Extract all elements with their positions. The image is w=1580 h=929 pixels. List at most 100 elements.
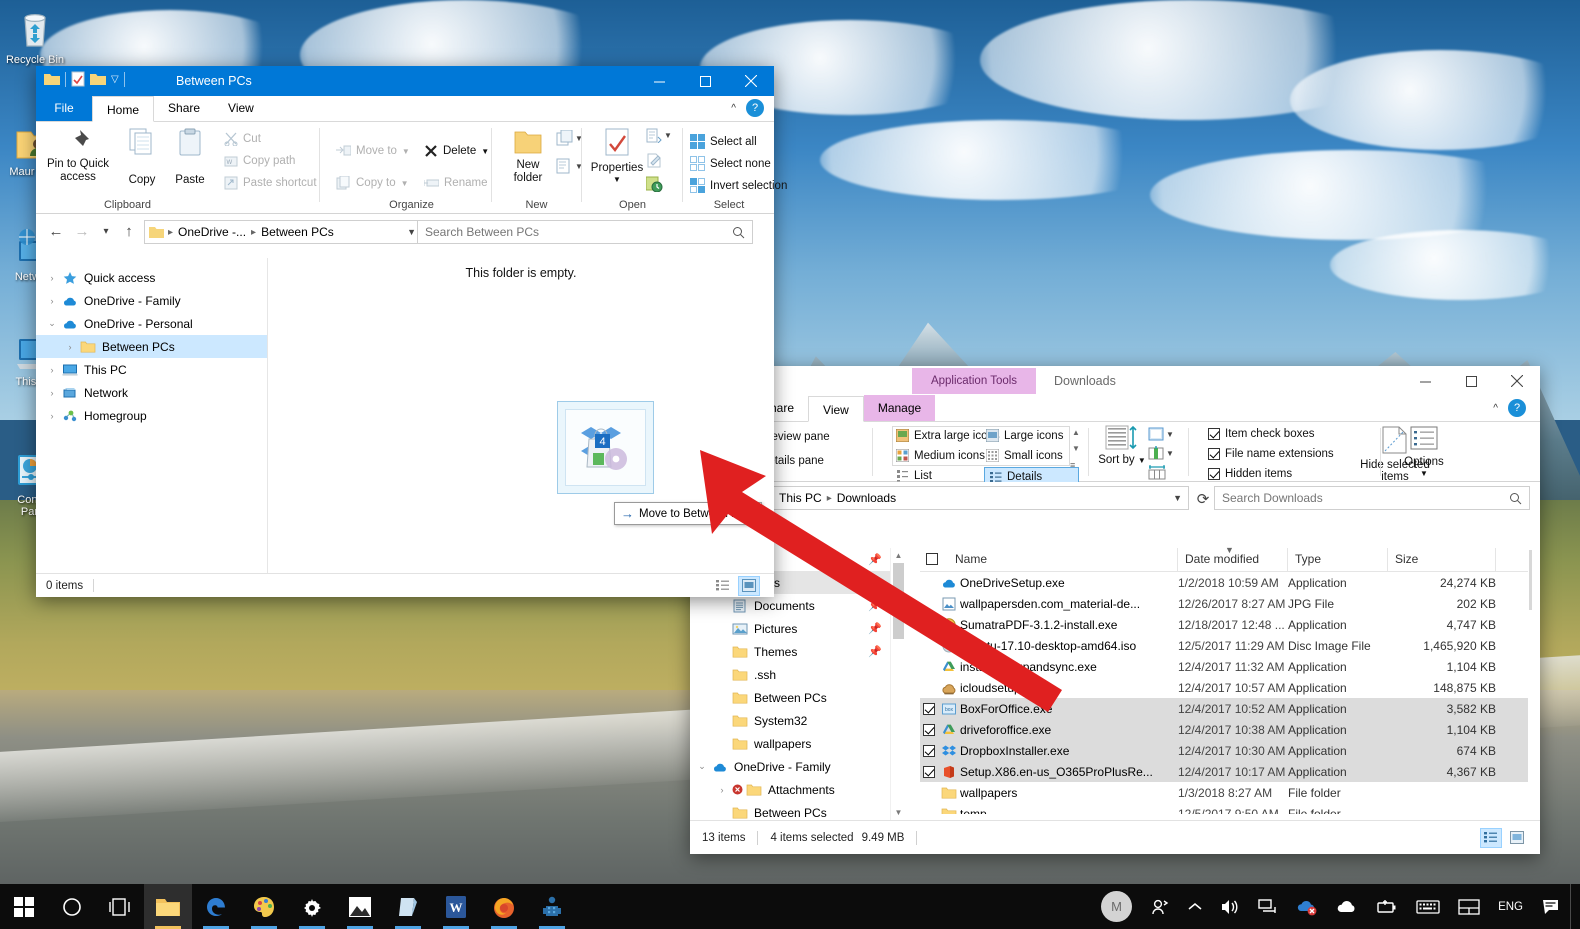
delete-button[interactable]: Delete ▼ xyxy=(424,144,489,158)
checkbox[interactable] xyxy=(1208,448,1220,460)
nav-item-between-pcs[interactable]: Between PCs xyxy=(690,801,890,820)
maximize-button[interactable] xyxy=(682,66,728,96)
people-icon[interactable] xyxy=(1141,884,1179,929)
column-header-name[interactable]: Name xyxy=(948,548,1178,571)
table-row[interactable]: ubuntu-17.10-desktop-amd64.iso 12/5/2017 … xyxy=(920,635,1528,656)
add-columns-button[interactable]: ▼ xyxy=(1148,427,1174,441)
invert-selection-button[interactable]: Invert selection xyxy=(690,178,787,193)
search-cortana-button[interactable] xyxy=(48,884,96,929)
column-header-size[interactable]: Size xyxy=(1388,548,1496,571)
table-row[interactable]: wallpapers 1/3/2018 8:27 AM File folder xyxy=(920,782,1528,803)
ribbon-group-select[interactable]: Select all Select none Invert selection … xyxy=(684,122,787,213)
taskbar-app-sticky-notes[interactable] xyxy=(384,884,432,929)
nav-item-wallpapers[interactable]: wallpapers xyxy=(690,732,890,755)
navigation-pane[interactable]: › Quick access › OneDrive - Family ⌄ OneDrive… xyxy=(36,258,267,573)
nav-item-between-pcs[interactable]: Between PCs xyxy=(690,686,890,709)
nav-item-between-pcs[interactable]: › Between PCs xyxy=(36,335,267,358)
show-desktop-button[interactable] xyxy=(1570,884,1578,929)
touchpad-icon[interactable] xyxy=(1449,884,1489,929)
tab-view[interactable]: View xyxy=(808,396,864,422)
layout-medium-icons[interactable]: Medium icons xyxy=(896,449,985,462)
ribbon-tabs[interactable]: me Share View Manage ^ ? xyxy=(690,395,1540,422)
expander-chevron-icon[interactable]: › xyxy=(44,273,60,283)
layout-list[interactable]: List xyxy=(896,469,932,482)
ribbon[interactable]: Preview pane Details pane Extra large ic… xyxy=(690,422,1540,495)
nav-item-onedrive-personal[interactable]: ⌄ OneDrive - Personal xyxy=(36,312,267,335)
large-icons-view-button[interactable] xyxy=(738,575,760,596)
pin-icon[interactable]: 📌 xyxy=(868,576,890,589)
new-folder-icon[interactable] xyxy=(90,72,106,86)
details-view-button[interactable] xyxy=(712,576,734,596)
ribbon-group-layout[interactable]: Extra large icons Large icons Medium ico… xyxy=(876,422,1086,495)
task-view-button[interactable] xyxy=(96,884,144,929)
layout-scroll-down-icon[interactable]: ▼ xyxy=(1072,444,1080,453)
ribbon-tabs[interactable]: File Home Share View ^ ? xyxy=(36,95,774,122)
maximize-button[interactable] xyxy=(1448,366,1494,396)
layout-extra-large-icons[interactable]: Extra large icons xyxy=(896,429,1000,442)
table-row[interactable]: wallpapersden.com_material-de... 12/26/20… xyxy=(920,593,1528,614)
size-all-columns-button[interactable]: ▼ xyxy=(1148,446,1174,460)
table-row[interactable]: box BoxForOffice.exe 12/4/2017 10:52 AM App… xyxy=(920,698,1528,719)
onedrive-icon[interactable] xyxy=(1327,884,1367,929)
show-hidden-icons-chevron[interactable] xyxy=(1179,884,1211,929)
expander-chevron-icon[interactable]: › xyxy=(44,411,60,421)
expander-chevron-icon[interactable]: › xyxy=(714,785,730,795)
scroll-down-arrow-icon[interactable]: ▼ xyxy=(891,805,906,820)
taskbar-app-settings[interactable] xyxy=(288,884,336,929)
sort-by-button[interactable]: Sort by ▼ xyxy=(1098,425,1146,467)
taskbar-app-word[interactable]: W xyxy=(432,884,480,929)
row-checkbox[interactable] xyxy=(920,723,938,736)
up-arrow-icon[interactable]: ↑ xyxy=(116,218,142,244)
column-width-button[interactable] xyxy=(1148,463,1166,483)
taskbar-app-photos[interactable] xyxy=(336,884,384,929)
nav-item-this-pc[interactable]: › This PC xyxy=(36,358,267,381)
layout-small-icons[interactable]: Small icons xyxy=(986,449,1063,462)
tab-home[interactable]: Home xyxy=(92,96,155,122)
expander-chevron-icon[interactable]: ⌄ xyxy=(694,761,710,772)
expander-chevron-icon[interactable]: › xyxy=(44,388,60,398)
pin-icon[interactable]: 📌 xyxy=(868,599,890,612)
address-bar[interactable]: ↑ This PC ▸ Downloads ▼ ⟳ Search Downloa… xyxy=(690,482,1540,514)
language-indicator[interactable]: ENG xyxy=(1489,884,1532,929)
layout-more-icon[interactable]: ≡ xyxy=(1070,460,1075,470)
tab-view[interactable]: View xyxy=(214,95,268,121)
column-headers[interactable]: Name Date modified ▼ Type Size xyxy=(920,545,1528,572)
nav-item-pictures[interactable]: Pictures 📌 xyxy=(690,617,890,640)
address-bar[interactable]: ← → ▾ ↑ ▸ OneDrive -... ▸ Between PCs ▼ … xyxy=(36,214,774,248)
file-name-extensions-option[interactable]: File name extensions xyxy=(1208,448,1334,460)
touch-keyboard-icon[interactable] xyxy=(1407,884,1449,929)
table-row[interactable]: driveforoffice.exe 12/4/2017 10:38 AM Appl… xyxy=(920,719,1528,740)
new-folder-button[interactable]: New folder xyxy=(502,130,554,185)
history-button[interactable] xyxy=(645,176,663,195)
select-none-button[interactable]: Select none xyxy=(690,156,771,171)
table-row[interactable]: OneDriveSetup.exe 1/2/2018 10:59 AM Applic… xyxy=(920,572,1528,593)
layout-scroll-up-icon[interactable]: ▲ xyxy=(1072,428,1080,437)
volume-icon[interactable] xyxy=(1211,884,1249,929)
ribbon-group-clipboard[interactable]: Pin to Quick access Copy Paste Cut W Cop… xyxy=(36,122,317,213)
caption-buttons[interactable] xyxy=(1402,366,1540,396)
easy-access-button[interactable]: ▼ xyxy=(556,158,583,174)
tab-manage[interactable]: Manage xyxy=(863,395,936,421)
expander-chevron-icon[interactable]: ⌄ xyxy=(44,318,60,329)
table-row[interactable]: DropboxInstaller.exe 12/4/2017 10:30 AM Ap… xyxy=(920,740,1528,761)
tab-file[interactable]: File xyxy=(36,95,92,121)
breadcrumb[interactable]: This PC ▸ Downloads ▼ xyxy=(754,486,1189,510)
properties-icon[interactable] xyxy=(71,71,85,87)
back-arrow-icon[interactable]: ← xyxy=(43,218,69,244)
quick-access-toolbar[interactable]: ▽ xyxy=(44,71,125,87)
help-icon[interactable]: ? xyxy=(1508,399,1526,417)
close-button[interactable] xyxy=(1494,366,1540,396)
chevron-up-icon[interactable]: ^ xyxy=(1493,403,1498,414)
nav-item-attachments[interactable]: › Attachments xyxy=(690,778,890,801)
breadcrumb-item[interactable]: OneDrive -... xyxy=(175,225,249,239)
ribbon-group-organize[interactable]: Move to ▼ Copy to ▼ Delete ▼ Rename Orga… xyxy=(324,122,499,213)
action-center-icon[interactable] xyxy=(1532,884,1570,929)
taskbar-app-paint[interactable] xyxy=(240,884,288,929)
start-button[interactable] xyxy=(0,884,48,929)
pin-to-quick-access-button[interactable]: Pin to Quick access xyxy=(42,128,114,184)
ribbon-group-options[interactable]: Options ▼ xyxy=(1384,422,1464,481)
table-row[interactable]: icloudsetup.exe 12/4/2017 10:57 AM Applica… xyxy=(920,677,1528,698)
row-checkbox[interactable] xyxy=(920,765,938,778)
refresh-icon[interactable]: ⟳ xyxy=(1190,486,1216,512)
pin-icon[interactable]: 📌 xyxy=(868,553,890,566)
